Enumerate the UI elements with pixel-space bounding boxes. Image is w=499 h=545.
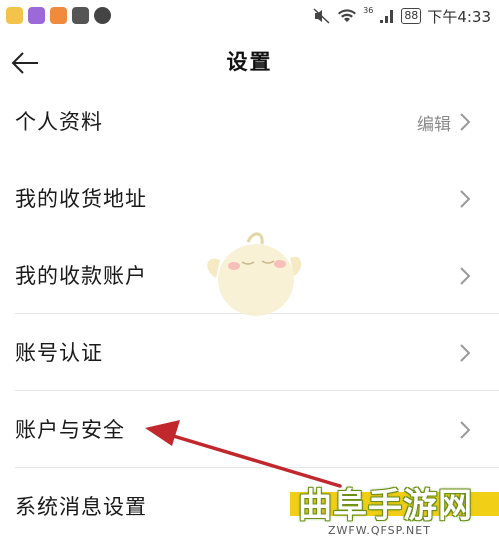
chevron-right-icon <box>460 113 471 131</box>
notification-app-icon <box>28 7 45 24</box>
settings-item-label: 账户与安全 <box>15 418 125 442</box>
settings-item-label: 我的收货地址 <box>15 187 147 211</box>
site-watermark: 曲阜手游网 ZWFW.QFSP.NET <box>290 478 499 543</box>
wifi-icon <box>338 9 357 22</box>
settings-item-label: 系统消息设置 <box>15 495 147 519</box>
watermark-url: ZWFW.QFSP.NET <box>328 524 431 537</box>
watermark-title: 曲阜手游网 <box>298 486 473 526</box>
page-title: 设置 <box>226 50 273 74</box>
mute-icon <box>313 8 330 24</box>
edit-link[interactable]: 编辑 <box>417 110 451 135</box>
settings-item-verification[interactable]: 账号认证 <box>0 314 499 391</box>
chevron-right-icon <box>460 344 471 362</box>
mascot-watermark-icon <box>207 232 302 316</box>
notification-app-icon <box>6 7 23 24</box>
notification-app-icon <box>50 7 67 24</box>
chevron-right-icon <box>460 190 471 208</box>
notification-app-icon <box>94 7 111 24</box>
status-bar: 36 88 下午4:33 <box>0 0 499 32</box>
chevron-right-icon <box>460 267 471 285</box>
signal-icon <box>380 10 394 23</box>
network-type-label: 36 <box>363 5 374 15</box>
clock: 下午4:33 <box>427 7 491 26</box>
notification-app-icon <box>72 7 89 24</box>
settings-item-label: 我的收款账户 <box>15 264 147 288</box>
battery-indicator: 88 <box>401 8 422 24</box>
settings-item-profile[interactable]: 个人资料 编辑 <box>0 83 499 160</box>
chevron-right-icon <box>460 421 471 439</box>
settings-item-label: 账号认证 <box>15 341 103 365</box>
settings-item-label: 个人资料 <box>15 110 103 134</box>
settings-item-account-security[interactable]: 账户与安全 <box>0 391 499 468</box>
